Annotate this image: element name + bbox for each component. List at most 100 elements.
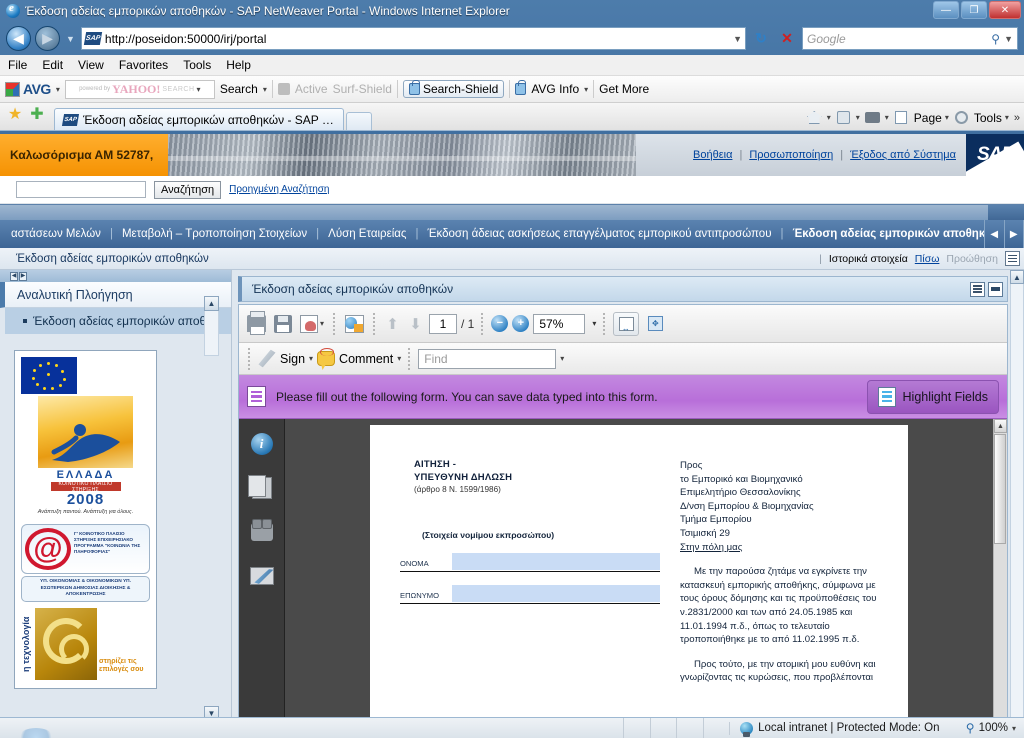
pdf-next-page-icon[interactable]: ⬇	[406, 314, 425, 333]
favorites-star-icon[interactable]: ★	[6, 107, 24, 125]
sidebar-scroll-track[interactable]	[204, 311, 219, 356]
nav-tab-modify-data[interactable]: Μεταβολή – Τροποποίηση Στοιχείων	[113, 228, 316, 240]
pdf-email-button[interactable]	[343, 313, 366, 335]
nav-scroll-right-icon[interactable]: ▶	[1005, 220, 1024, 248]
pdf-scroll-up-icon[interactable]: ▲	[994, 419, 1007, 433]
yahoo-chevron-down-icon[interactable]: ▾	[197, 85, 201, 94]
history-link[interactable]: Ιστορικά στοιχεία	[829, 253, 908, 265]
page-menu-icon[interactable]	[892, 108, 911, 127]
zoom-chevron-down-icon[interactable]: ▾	[1012, 724, 1016, 733]
maximize-button[interactable]: ❐	[961, 1, 987, 19]
form-input-surname[interactable]	[452, 585, 660, 602]
pdf-find-input[interactable]: Find	[418, 348, 557, 369]
pdf-scroll-thumb[interactable]	[994, 434, 1006, 544]
page-scroll-up-icon[interactable]: ▲	[1010, 270, 1024, 284]
nav-tab-members[interactable]: αστάσεων Μελών	[2, 228, 110, 240]
back-button[interactable]: ◀	[6, 26, 31, 51]
pdf-fit-width-button[interactable]	[613, 311, 640, 336]
pdf-fit-page-button[interactable]: ✥	[643, 312, 667, 336]
page-scroll-track[interactable]	[1010, 284, 1024, 717]
panel-next-icon[interactable]: ▶	[19, 271, 27, 281]
portal-search-button[interactable]: Αναζήτηση	[154, 180, 222, 199]
sidebar-scroll-down-icon[interactable]: ▼	[204, 706, 219, 717]
refresh-icon[interactable]: ↻	[750, 27, 772, 50]
pdf-page-number-input[interactable]: 1	[429, 313, 458, 334]
avg-logo[interactable]: AVG	[5, 81, 51, 97]
avg-search-chevron-down-icon[interactable]: ▾	[263, 85, 267, 94]
pdf-search-panel-button[interactable]	[249, 519, 275, 545]
page-options-icon[interactable]	[1005, 251, 1020, 266]
pdf-save-copy-button[interactable]: ▾	[298, 313, 326, 335]
sign-chevron-down-icon[interactable]: ▾	[309, 354, 313, 363]
tools-menu-button[interactable]: Tools	[974, 111, 1002, 125]
forward-button[interactable]: ▶	[35, 26, 60, 51]
browser-tab-portal[interactable]: SAP Έκδοση αδείας εμπορικών αποθηκών - S…	[54, 108, 344, 130]
stop-icon[interactable]: ✕	[776, 27, 798, 50]
find-chevron-down-icon[interactable]: ▾	[560, 354, 564, 363]
pdf-signature-panel-button[interactable]	[249, 563, 275, 589]
get-more-button[interactable]: Get More	[599, 82, 649, 96]
sidebar-item-warehouse-license[interactable]: Έκδοση αδείας εμπορικών αποθ	[0, 308, 231, 334]
nav-tab-warehouse-license[interactable]: Έκδοση αδείας εμπορικών αποθηκών	[784, 228, 1010, 240]
pdf-info-panel-button[interactable]: i	[249, 431, 275, 457]
pdf-save-button[interactable]	[272, 313, 294, 335]
save-copy-chevron-down-icon[interactable]: ▾	[320, 319, 324, 328]
feeds-icon[interactable]	[834, 108, 853, 127]
search-chevron-down-icon[interactable]: ▼	[1004, 34, 1013, 44]
panel-prev-icon[interactable]: ◀	[10, 271, 18, 281]
security-zone[interactable]: Local intranet | Protected Mode: On	[729, 721, 966, 737]
pdf-canvas[interactable]: ΑΙΤΗΣΗ - ΥΠΕΥΘΥΝΗ ΔΗΛΩΣΗ (άρθρο 8 Ν. 159…	[285, 419, 993, 717]
nav-scroll-left-icon[interactable]: ◀	[985, 220, 1005, 248]
print-chevron-down-icon[interactable]: ▾	[885, 113, 889, 122]
page-menu-button[interactable]: Page	[914, 111, 942, 125]
menu-item-help[interactable]: Help	[226, 58, 251, 72]
url-input[interactable]: SAP http://poseidon:50000/irj/portal ▼	[80, 27, 746, 50]
pdf-print-button[interactable]	[245, 311, 268, 335]
comment-chevron-down-icon[interactable]: ▾	[397, 354, 401, 363]
sidebar-scrollbar[interactable]: ▲	[204, 296, 219, 356]
home-chevron-down-icon[interactable]: ▾	[827, 113, 831, 122]
search-shield-button[interactable]: Search-Shield	[402, 80, 505, 98]
menu-item-favorites[interactable]: Favorites	[119, 58, 168, 72]
recent-pages-chevron-down-icon[interactable]: ▼	[66, 34, 75, 44]
avg-chevron-down-icon[interactable]: ▾	[56, 85, 60, 94]
yahoo-search-input[interactable]: powered by YAHOO! SEARCH ▾	[64, 79, 215, 99]
new-tab-button[interactable]	[346, 112, 372, 130]
iview-menu-icon[interactable]	[970, 281, 985, 297]
page-menu-chevron-down-icon[interactable]: ▾	[945, 113, 949, 122]
pdf-sign-button[interactable]: Sign	[280, 352, 305, 366]
menu-item-edit[interactable]: Edit	[42, 58, 63, 72]
zoom-control[interactable]: ⚲ 100% ▾	[966, 721, 1024, 735]
personalize-link[interactable]: Προσωποποίηση	[749, 149, 833, 161]
minimize-button[interactable]: —	[933, 1, 959, 19]
home-icon[interactable]	[805, 108, 824, 127]
search-icon[interactable]: ⚲	[991, 32, 1000, 46]
pdf-pages-panel-button[interactable]	[247, 475, 275, 501]
menu-item-tools[interactable]: Tools	[183, 58, 211, 72]
pdf-zoom-chevron-down-icon[interactable]: ▾	[592, 319, 596, 328]
pdf-vertical-scrollbar[interactable]: ▲ ▼	[993, 419, 1007, 717]
page-vertical-scrollbar[interactable]: ▲ ▼	[1010, 270, 1024, 717]
avg-info-button[interactable]: AVG Info	[531, 82, 579, 96]
menu-item-view[interactable]: View	[78, 58, 104, 72]
pdf-zoom-out-button[interactable]: −	[491, 315, 509, 332]
add-favorite-icon[interactable]: ✚	[28, 107, 46, 125]
portal-search-input[interactable]	[16, 181, 146, 198]
avg-info-chevron-down-icon[interactable]: ▾	[584, 85, 588, 94]
highlight-fields-button[interactable]: Highlight Fields	[866, 379, 999, 414]
pdf-comment-button[interactable]: Comment	[339, 352, 393, 366]
browser-search-input[interactable]: Google ⚲ ▼	[802, 27, 1018, 50]
avg-search-button[interactable]: Search	[220, 82, 258, 96]
feeds-chevron-down-icon[interactable]: ▾	[856, 113, 860, 122]
iview-minimize-icon[interactable]	[988, 281, 1003, 297]
pdf-zoom-in-button[interactable]: +	[512, 315, 530, 332]
nav-tab-agent-license[interactable]: Έκδοση άδειας ασκήσεως επαγγέλματος εμπο…	[418, 228, 780, 240]
url-chevron-down-icon[interactable]: ▼	[733, 34, 742, 44]
help-link[interactable]: Βοήθεια	[693, 149, 732, 161]
form-input-name[interactable]	[452, 553, 660, 570]
pdf-previous-page-icon[interactable]: ⬆	[383, 314, 402, 333]
print-icon[interactable]	[863, 108, 882, 127]
logoff-link[interactable]: Έξοδος από Σύστημα	[850, 149, 956, 161]
close-button[interactable]: ✕	[989, 1, 1021, 19]
back-link[interactable]: Πίσω	[915, 253, 940, 265]
